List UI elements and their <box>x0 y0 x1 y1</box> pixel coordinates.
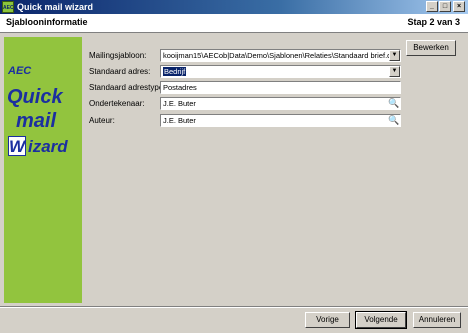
logo-quick: Quick <box>7 86 63 108</box>
page-title: Sjablooninformatie <box>6 17 88 27</box>
logo-izard: izard <box>28 137 68 156</box>
chevron-down-icon[interactable]: ▼ <box>389 66 400 77</box>
title-bar: AEC Quick mail wizard _ □ × <box>0 0 468 14</box>
close-button[interactable]: × <box>453 1 465 12</box>
wizard-header: Sjablooninformatie Stap 2 van 3 <box>0 14 468 33</box>
app-icon: AEC <box>2 1 14 13</box>
address-type-field[interactable]: Postadres <box>160 81 401 94</box>
window-title: Quick mail wizard <box>17 2 94 12</box>
signer-field[interactable]: J.E. Buter 🔍 <box>160 97 401 110</box>
author-value: J.E. Buter <box>163 116 196 125</box>
logo-aec: AEC <box>8 65 32 77</box>
step-indicator: Stap 2 van 3 <box>407 17 460 27</box>
template-label: Mailingsjabloon: <box>89 51 147 60</box>
signer-label: Ondertekenaar: <box>89 99 145 108</box>
address-value: Bedrijf <box>163 67 187 76</box>
template-value: kooijman15\AECob|Data\Demo\Sjablonen\Rel… <box>163 51 396 60</box>
author-label: Auteur: <box>89 116 115 125</box>
signer-value: J.E. Buter <box>163 99 196 108</box>
cancel-button[interactable]: Annuleren <box>413 312 461 328</box>
template-combobox[interactable]: kooijman15\AECob|Data\Demo\Sjablonen\Rel… <box>160 49 401 62</box>
wizard-sidebar-logo: AEC Quick mail W izard <box>4 37 82 303</box>
next-button[interactable]: Volgende <box>355 311 407 329</box>
minimize-button[interactable]: _ <box>426 1 438 12</box>
edit-button[interactable]: Bewerken <box>406 40 456 56</box>
footer-separator <box>0 306 468 308</box>
magnifier-icon[interactable]: 🔍 <box>388 98 399 109</box>
address-label: Standaard adres: <box>89 67 151 76</box>
maximize-button[interactable]: □ <box>439 1 451 12</box>
logo-mail: mail <box>16 110 57 132</box>
author-field[interactable]: J.E. Buter 🔍 <box>160 114 401 127</box>
previous-button[interactable]: Vorige <box>305 312 350 328</box>
address-select[interactable]: Bedrijf ▼ <box>160 65 401 78</box>
chevron-down-icon[interactable]: ▼ <box>389 50 400 61</box>
address-type-value: Postadres <box>163 83 197 92</box>
logo-w-box: W <box>8 136 26 156</box>
magnifier-icon[interactable]: 🔍 <box>388 115 399 126</box>
address-type-label: Standaard adrestype: <box>89 83 166 92</box>
